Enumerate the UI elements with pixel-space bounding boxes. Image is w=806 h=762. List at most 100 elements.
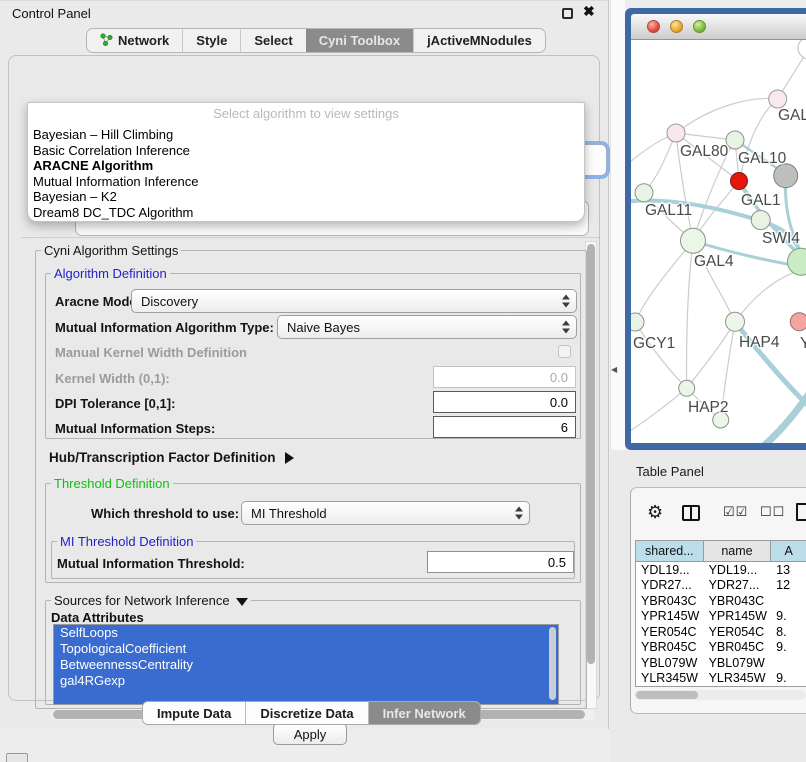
algorithm-option[interactable]: Bayesian – K2 (30, 189, 582, 205)
minimize-traffic-light-icon[interactable] (670, 20, 683, 33)
network-node[interactable] (798, 40, 806, 59)
collapse-left-icon[interactable]: ◀ (611, 365, 617, 374)
mi-steps-field[interactable]: 6 (433, 416, 576, 438)
network-canvas[interactable]: GAL7GAL80GAL10GAL1GAL11GAL4SWI4GCY1HAP4Y… (631, 40, 806, 443)
attribute-item[interactable]: SelfLoops (54, 625, 558, 641)
kernel-width-label: Kernel Width (0,1): (55, 371, 170, 386)
close-icon[interactable]: ✖ (583, 3, 595, 20)
algorithm-option[interactable]: Basic Correlation Inference (30, 143, 582, 159)
close-traffic-light-icon[interactable] (647, 20, 660, 33)
table-cell: YBR045C (636, 640, 704, 656)
network-node-hap2[interactable] (679, 380, 695, 396)
stepper-arrows-icon (562, 295, 570, 308)
tab-style[interactable]: Style (182, 29, 240, 52)
algorithm-option[interactable]: Dream8 DC_TDC Algorithm (30, 205, 582, 221)
manual-kernel-checkbox[interactable] (558, 345, 571, 358)
table-row[interactable]: YPR145WYPR145W9. (636, 609, 806, 625)
control-panel: Control Panel ✖ NetworkStyleSelectCyni T… (0, 0, 609, 729)
bottom-left-button[interactable] (6, 753, 28, 762)
dpi-tolerance-field[interactable]: 0.0 (433, 391, 576, 413)
table-row[interactable]: YLR345WYLR345W9. (636, 671, 806, 687)
network-node-gal4[interactable] (681, 228, 706, 253)
table-toolbar: ⚙ ☑☑ ☐☐ (631, 502, 806, 530)
table-row[interactable]: YIL052CYIL052C9. (636, 686, 806, 687)
table-cell: YER054C (636, 624, 704, 640)
deselect-all-icon[interactable]: ☐☐ (760, 504, 785, 520)
node-label: GCY1 (633, 335, 675, 352)
which-threshold-combobox[interactable]: MI Threshold (241, 501, 530, 525)
tab-label: jActiveMNodules (427, 33, 532, 48)
kernel-width-field[interactable]: 0.0 (433, 366, 576, 388)
network-node-gal7[interactable] (769, 90, 787, 108)
network-node-gal10[interactable] (726, 131, 744, 149)
column-header[interactable]: name (704, 541, 772, 561)
document-icon[interactable] (796, 503, 806, 521)
sources-title[interactable]: Sources for Network Inference (51, 593, 251, 608)
network-node-gal1[interactable] (731, 173, 748, 190)
attribute-item[interactable]: TopologicalCoefficient (54, 641, 558, 657)
zoom-traffic-light-icon[interactable] (693, 20, 706, 33)
hub-definition-toggle[interactable]: Hub/Transcription Factor Definition (49, 450, 294, 465)
table-row[interactable]: YDL19...YDL19...13 (636, 562, 806, 578)
column-header[interactable]: A (771, 541, 806, 561)
table-cell: YBR043C (636, 593, 704, 609)
tab-network[interactable]: Network (87, 29, 182, 52)
network-node-y[interactable] (790, 313, 806, 331)
tab-label: Network (118, 33, 169, 48)
network-node[interactable] (788, 248, 806, 275)
algorithm-option[interactable]: ARACNE Algorithm (30, 158, 582, 174)
manual-kernel-label: Manual Kernel Width Definition (55, 345, 247, 360)
vertical-scrollbar-thumb[interactable] (587, 244, 595, 664)
network-edge (635, 322, 687, 388)
table-row[interactable]: YER054CYER054C8. (636, 624, 806, 640)
table-row[interactable]: YBR043CYBR043C (636, 593, 806, 609)
table-row[interactable]: YDR27...YDR27...12 (636, 578, 806, 594)
bottom-tab-infer-network[interactable]: Infer Network (368, 702, 480, 724)
table-scrollbar-thumb[interactable] (636, 691, 698, 699)
expand-right-icon (285, 452, 294, 464)
network-window-titlebar[interactable] (631, 14, 806, 40)
table-cell: YPR145W (636, 609, 704, 625)
network-node[interactable] (774, 164, 798, 188)
split-columns-icon[interactable] (682, 505, 700, 521)
bottom-tab-impute-data[interactable]: Impute Data (143, 702, 245, 724)
network-node-hap4[interactable] (726, 312, 745, 331)
tab-label: Style (196, 33, 227, 48)
select-all-icon[interactable]: ☑☑ (723, 504, 748, 520)
list-scrollbar-thumb[interactable] (549, 627, 556, 700)
network-node-gal11[interactable] (635, 184, 653, 202)
table-cell: YBL079W (636, 655, 704, 671)
bottom-tab-discretize-data[interactable]: Discretize Data (245, 702, 367, 724)
data-attributes-list[interactable]: SelfLoopsTopologicalCoefficientBetweenne… (53, 624, 559, 705)
mi-type-combobox[interactable]: Naive Bayes (277, 315, 577, 339)
gear-icon[interactable]: ⚙ (647, 502, 663, 523)
network-node-gcy1[interactable] (631, 313, 644, 331)
table-cell: YBR043C (704, 593, 772, 609)
table-cell: 8. (771, 624, 806, 640)
which-threshold-value: MI Threshold (251, 506, 327, 521)
mi-threshold-field[interactable]: 0.5 (427, 551, 574, 573)
algorithm-option[interactable]: Mutual Information Inference (30, 174, 582, 190)
tab-jactivemnodules[interactable]: jActiveMNodules (413, 29, 545, 52)
panel-divider[interactable] (610, 0, 625, 455)
node-label: HAP4 (739, 334, 780, 351)
node-label: Y (800, 335, 806, 352)
column-header[interactable]: shared... (636, 541, 704, 561)
network-node-swi4[interactable] (751, 211, 770, 230)
attribute-item[interactable]: BetweennessCentrality (54, 657, 558, 673)
aracne-mode-combobox[interactable]: Discovery (131, 289, 577, 313)
tab-cyni-toolbox[interactable]: Cyni Toolbox (306, 29, 413, 52)
float-window-icon[interactable] (562, 8, 573, 19)
table-cell: YPR145W (704, 609, 772, 625)
network-node-gal80[interactable] (667, 124, 685, 142)
table-horizontal-scrollbar[interactable] (634, 690, 806, 700)
network-edge (676, 98, 778, 133)
table-row[interactable]: YBL079WYBL079W (636, 655, 806, 671)
network-icon (100, 33, 113, 49)
algorithm-option[interactable]: Bayesian – Hill Climbing (30, 127, 582, 143)
node-table: shared...nameA YDL19...YDL19...13YDR27..… (635, 540, 806, 687)
attribute-item[interactable]: gal4RGexp (54, 673, 558, 689)
tab-select[interactable]: Select (240, 29, 305, 52)
table-row[interactable]: YBR045CYBR045C9. (636, 640, 806, 656)
apply-button[interactable]: Apply (273, 723, 347, 745)
